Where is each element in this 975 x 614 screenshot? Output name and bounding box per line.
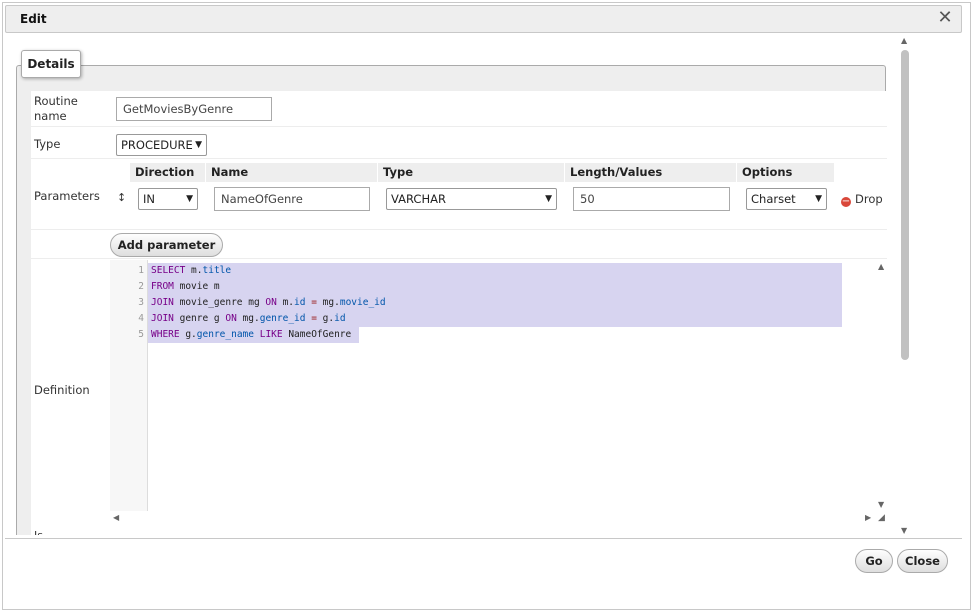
param-type-value: VARCHAR [391,192,446,206]
scroll-down-icon[interactable]: ▼ [901,526,907,535]
row-divider [31,158,887,159]
scroll-up-icon[interactable]: ▲ [901,36,907,45]
code-line: JOIN genre g ON mg.genre_id = g.id [151,313,346,324]
param-options-value: Charset [751,192,796,206]
code-line: WHERE g.genre_name LIKE NameOfGenre [151,329,352,340]
chevron-down-icon: ▼ [186,194,193,204]
row-divider [31,126,887,127]
definition-label: Definition [34,383,90,397]
param-header-name: Name [206,163,377,182]
scroll-right-icon[interactable]: ▶ [865,513,871,522]
param-type-select[interactable]: VARCHAR ▼ [386,188,557,210]
param-direction-select[interactable]: IN ▼ [138,188,198,210]
selection-highlight [148,279,842,295]
code-line: FROM movie m [151,281,220,292]
parameters-label: Parameters [34,189,100,203]
close-button[interactable]: Close [897,549,948,573]
drag-handle-icon[interactable]: ↕ [117,190,126,205]
type-label: Type [34,137,61,151]
param-name-input[interactable]: NameOfGenre [214,187,370,211]
param-header-options: Options [737,163,834,182]
line-number: 3 [138,297,144,308]
tab-details[interactable]: Details [21,50,81,78]
drop-param-button[interactable]: − Drop [841,192,883,207]
line-number: 1 [138,265,144,276]
definition-editor[interactable]: 1 2 3 4 5 SELECT m.title FROM movie m JO… [110,260,887,535]
add-parameter-button[interactable]: Add parameter [110,233,223,257]
param-direction-value: IN [143,192,155,206]
close-icon[interactable]: ✕ [935,8,955,28]
footer-divider [5,538,962,539]
resize-handle-icon[interactable]: ◢ [878,513,885,523]
param-options-select[interactable]: Charset ▼ [746,188,827,210]
routine-name-input[interactable]: GetMoviesByGenre [116,97,272,121]
scroll-up-icon[interactable]: ▲ [878,262,884,271]
chevron-down-icon: ▼ [195,140,202,150]
code-line: SELECT m.title [151,265,232,276]
dialog-content: Details Routine name GetMoviesByGenre Ty… [5,35,962,535]
dialog-titlebar[interactable]: Edit ✕ [5,5,962,33]
line-number: 5 [138,329,144,340]
param-header-length: Length/Values [565,163,736,182]
minus-circle-icon: − [841,196,851,207]
line-number: 4 [138,313,144,324]
param-header-type: Type [378,163,564,182]
scroll-left-icon[interactable]: ◀ [113,513,119,522]
row-divider [31,258,887,259]
is-label: Is [34,528,43,535]
dialog-scrollbar[interactable]: ▲ ▼ [901,36,909,535]
line-number: 2 [138,281,144,292]
drop-label: Drop [855,192,883,206]
scroll-down-icon[interactable]: ▼ [878,500,884,509]
scrollbar-thumb[interactable] [901,50,909,360]
dialog-title: Edit [20,12,47,26]
routine-type-select[interactable]: PROCEDURE ▼ [116,134,207,156]
row-divider [31,229,887,230]
go-button[interactable]: Go [855,549,893,573]
routine-name-label: Routine name [34,94,78,123]
selection-highlight [148,263,842,279]
param-length-input[interactable]: 50 [573,187,730,211]
code-line: JOIN movie_genre mg ON m.id = mg.movie_i… [151,297,386,308]
routine-type-value: PROCEDURE [121,138,193,152]
param-header-direction: Direction [130,163,205,182]
chevron-down-icon: ▼ [545,194,552,204]
chevron-down-icon: ▼ [815,194,822,204]
